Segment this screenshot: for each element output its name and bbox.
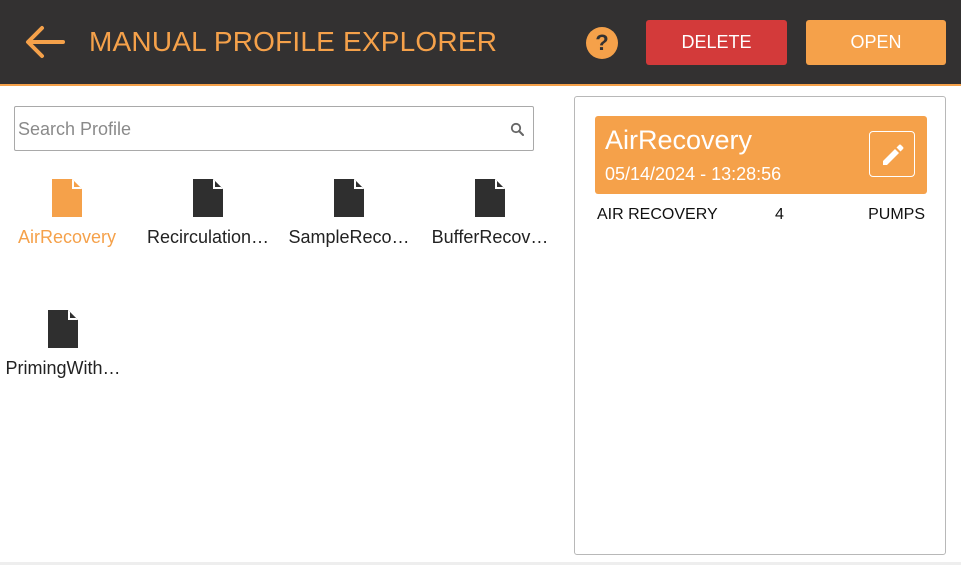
open-button[interactable]: OPEN [806, 20, 946, 65]
search-input[interactable] [18, 115, 498, 143]
file-label: BufferRecov… [431, 227, 549, 247]
delete-button[interactable]: DELETE [646, 20, 787, 65]
back-button[interactable] [22, 24, 66, 60]
help-icon[interactable]: ? [586, 27, 618, 59]
file-label: Recirculation… [146, 227, 270, 247]
file-icon [52, 179, 82, 217]
file-label: PrimingWith… [5, 358, 121, 378]
file-item-airrecovery[interactable]: AirRecovery [0, 179, 137, 259]
search-icon[interactable] [510, 122, 524, 136]
step-type: AIR RECOVERY [597, 206, 718, 223]
step-count: 4 [775, 206, 784, 223]
step-kind: PUMPS [868, 206, 925, 223]
app-header: MANUAL PROFILE EXPLORER ? DELETE OPEN [0, 0, 961, 86]
profile-name: AirRecovery [605, 125, 753, 155]
file-icon [475, 179, 505, 217]
page-title: MANUAL PROFILE EXPLORER [89, 26, 498, 57]
file-icon [193, 179, 223, 217]
file-label: SampleReco… [288, 227, 410, 247]
file-item-bufferrecovery[interactable]: BufferRecov… [420, 179, 560, 259]
file-icon [48, 310, 78, 348]
file-label: AirRecovery [17, 227, 117, 247]
profile-date: 05/14/2024 - 13:28:56 [605, 164, 782, 184]
file-item-primingwith[interactable]: PrimingWith… [0, 310, 133, 390]
file-item-samplerecovery[interactable]: SampleReco… [279, 179, 419, 259]
profile-step-row: AIR RECOVERY 4 PUMPS [597, 206, 925, 226]
file-item-recirculation[interactable]: Recirculation… [138, 179, 278, 259]
profile-summary-card: AirRecovery 05/14/2024 - 13:28:56 [595, 116, 927, 194]
edit-button[interactable] [869, 131, 915, 177]
search-box [14, 106, 534, 151]
file-icon [334, 179, 364, 217]
arrow-left-icon [26, 26, 65, 58]
pencil-icon [883, 144, 904, 165]
profile-details-panel: AirRecovery 05/14/2024 - 13:28:56 AIR RE… [574, 96, 946, 555]
